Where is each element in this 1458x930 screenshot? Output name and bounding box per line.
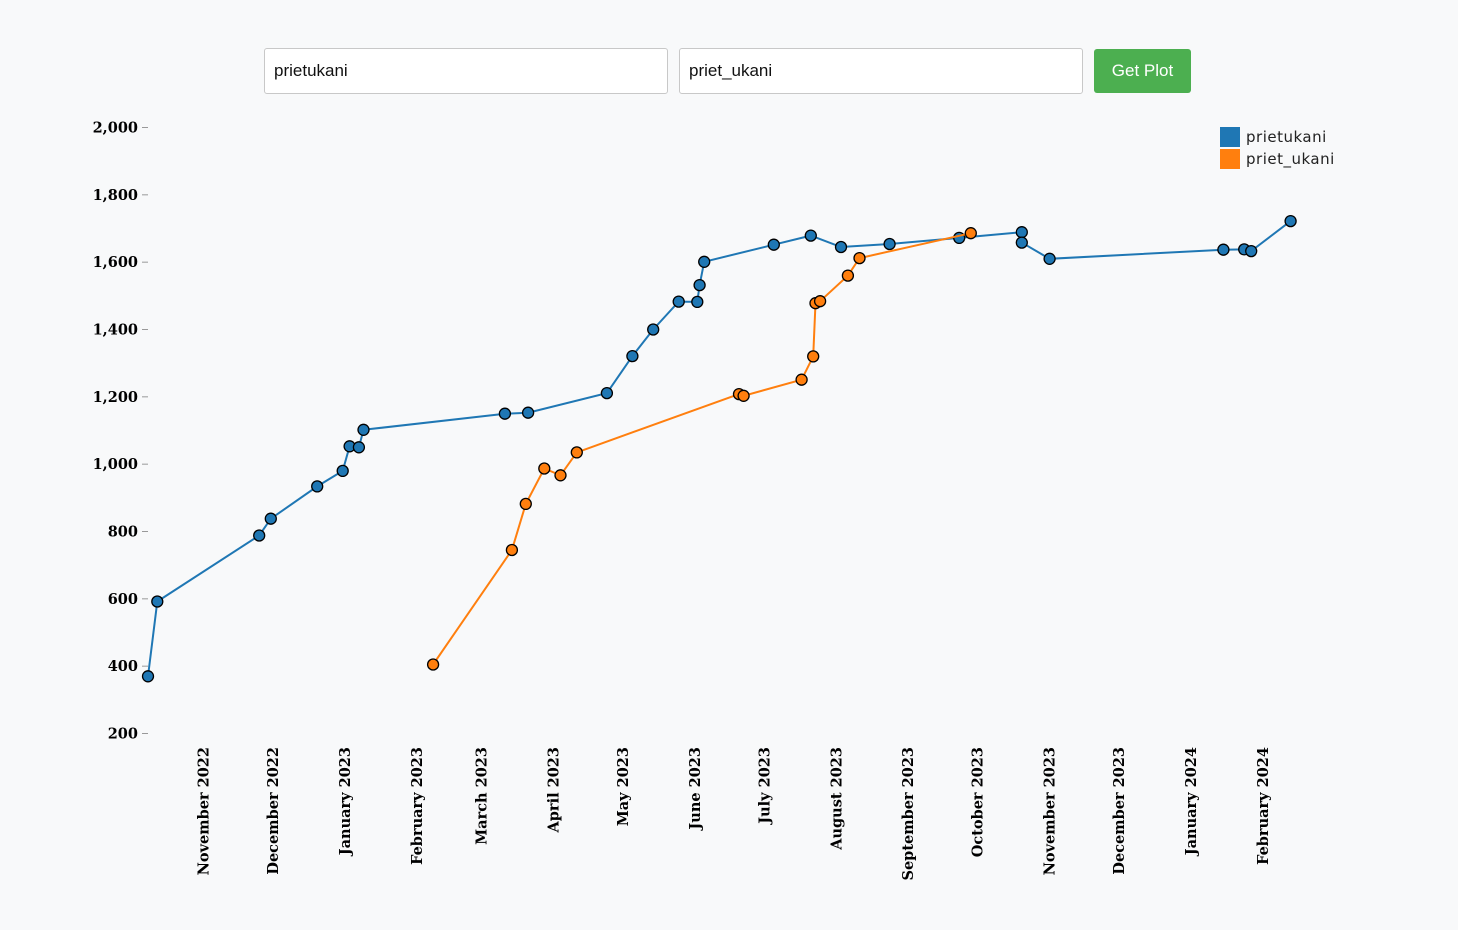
x-tick-label: February 2024 xyxy=(1255,747,1272,865)
legend: prietukani priet_ukani xyxy=(1220,127,1335,169)
data-point[interactable] xyxy=(767,238,780,251)
data-point[interactable] xyxy=(691,295,704,309)
data-point[interactable] xyxy=(1043,252,1056,265)
x-tick-label: January 2023 xyxy=(337,747,354,857)
y-tick-label: 600 xyxy=(108,591,138,608)
data-point[interactable] xyxy=(1217,243,1230,256)
x-tick-label: March 2023 xyxy=(474,747,491,845)
x-tick-label: April 2023 xyxy=(546,747,563,833)
data-point[interactable] xyxy=(804,229,817,242)
data-point[interactable] xyxy=(264,512,277,525)
data-point[interactable] xyxy=(1245,244,1258,258)
y-tick-label: 400 xyxy=(108,658,138,675)
data-point[interactable] xyxy=(253,529,266,542)
data-point[interactable] xyxy=(698,255,711,268)
x-tick-label: February 2023 xyxy=(409,747,426,865)
x-tick-label: December 2023 xyxy=(1111,747,1128,875)
data-point[interactable] xyxy=(521,406,535,419)
user2-input[interactable] xyxy=(679,48,1083,94)
data-point[interactable] xyxy=(352,441,366,454)
data-point[interactable] xyxy=(498,407,512,420)
data-point[interactable] xyxy=(357,423,370,436)
get-plot-button[interactable]: Get Plot xyxy=(1094,49,1191,93)
y-tick-label: 1,200 xyxy=(93,389,138,406)
y-tick-label: 1,000 xyxy=(93,456,138,473)
x-tick-label: May 2023 xyxy=(615,747,632,826)
y-tick-label: 1,600 xyxy=(93,254,138,271)
data-point[interactable] xyxy=(141,670,155,683)
data-point[interactable] xyxy=(853,251,866,265)
series-0 xyxy=(141,214,1297,683)
rating-chart: 2,000 1,800 1,600 1,400 1,200 1,000 800 600 400 2… xyxy=(93,120,1335,881)
data-point[interactable] xyxy=(570,446,583,459)
y-tick-label: 2,000 xyxy=(93,120,138,137)
data-point[interactable] xyxy=(647,323,660,336)
x-tick-label: August 2023 xyxy=(828,747,845,851)
data-point[interactable] xyxy=(600,386,614,400)
x-tick-label: October 2023 xyxy=(970,747,987,857)
x-tick-label: December 2022 xyxy=(265,747,282,875)
data-point[interactable] xyxy=(311,480,324,493)
legend-swatch xyxy=(1220,149,1240,169)
x-tick-label: June 2023 xyxy=(687,747,704,832)
data-point[interactable] xyxy=(883,237,896,251)
data-point[interactable] xyxy=(336,464,349,478)
x-tick-label: November 2023 xyxy=(1042,747,1059,875)
data-point[interactable] xyxy=(807,350,820,363)
data-point[interactable] xyxy=(554,469,567,482)
data-point[interactable] xyxy=(813,295,827,308)
data-point[interactable] xyxy=(841,269,855,282)
data-point[interactable] xyxy=(834,240,848,254)
legend-label: priet_ukani xyxy=(1246,150,1335,169)
data-point[interactable] xyxy=(964,227,977,240)
data-point[interactable] xyxy=(693,278,706,292)
data-point[interactable] xyxy=(519,497,532,511)
plot-page: 2,000 1,800 1,600 1,400 1,200 1,000 800 600 400 2… xyxy=(0,0,1458,930)
controls-bar: Get Plot xyxy=(264,48,1191,94)
series-line xyxy=(147,220,1292,677)
data-point[interactable] xyxy=(1284,214,1297,228)
legend-swatch xyxy=(1220,127,1240,147)
data-point[interactable] xyxy=(538,462,551,475)
data-point[interactable] xyxy=(151,595,164,608)
x-tick-label: July 2023 xyxy=(756,747,773,826)
x-tick-label: November 2022 xyxy=(196,747,213,875)
user1-input[interactable] xyxy=(264,48,668,94)
data-point[interactable] xyxy=(1015,236,1028,249)
y-tick-label: 1,400 xyxy=(93,322,138,339)
data-point[interactable] xyxy=(737,389,750,402)
data-point[interactable] xyxy=(426,658,440,671)
data-point[interactable] xyxy=(505,543,519,557)
series-1 xyxy=(426,227,977,671)
y-tick-label: 800 xyxy=(108,524,138,541)
y-axis: 2,000 1,800 1,600 1,400 1,200 1,000 800 600 400 2… xyxy=(93,120,148,743)
data-point[interactable] xyxy=(672,295,685,308)
x-axis: November 2022 December 2022 January 2023 Fe… xyxy=(196,747,1272,881)
x-tick-label: September 2023 xyxy=(900,747,917,881)
legend-label: prietukani xyxy=(1246,128,1327,146)
data-point[interactable] xyxy=(795,373,808,386)
y-tick-label: 200 xyxy=(108,726,138,743)
data-point[interactable] xyxy=(626,349,639,363)
data-point[interactable] xyxy=(1015,226,1028,239)
x-tick-label: January 2024 xyxy=(1183,747,1200,857)
y-tick-label: 1,800 xyxy=(93,187,138,204)
